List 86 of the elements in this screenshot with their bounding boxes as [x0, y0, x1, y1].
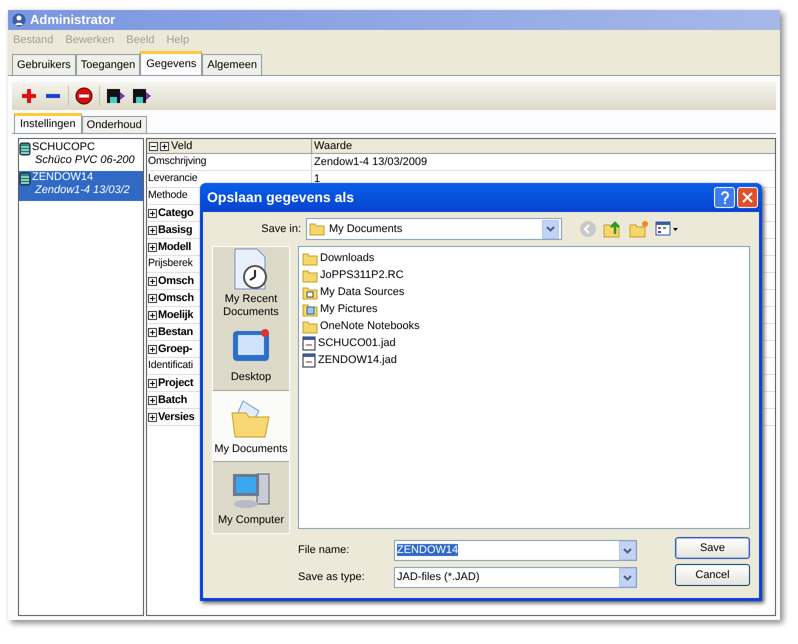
- column-header: Veld: [171, 139, 192, 154]
- folder-icon: [302, 268, 318, 282]
- expand-icon[interactable]: [148, 396, 157, 404]
- view-menu-icon[interactable]: [655, 221, 679, 237]
- tree-item[interactable]: SCHUCOPC Schüco PVC 06-200: [19, 141, 143, 171]
- expand-icon[interactable]: [160, 142, 169, 150]
- save-in-label: Save in:: [260, 222, 301, 237]
- user-icon: [12, 13, 26, 27]
- expand-icon[interactable]: [148, 242, 157, 252]
- database-icon: [19, 172, 31, 186]
- field-name: Leverancie: [148, 171, 198, 186]
- folder-icon: [302, 320, 318, 334]
- tree-item-description: Zendow1-4 13/03/2: [34, 184, 130, 197]
- tab[interactable]: Toegangen: [76, 54, 140, 75]
- field-value: Zendow1-4 13/03/2009: [314, 154, 428, 170]
- field-name: Modell: [158, 240, 192, 255]
- expand-icon[interactable]: [148, 294, 157, 302]
- dialog-title: Opslaan gegevens als: [207, 188, 356, 207]
- tree-item-name: SCHUCOPC: [32, 141, 96, 154]
- close-icon: [742, 192, 753, 203]
- file-item[interactable]: My Data Sources: [302, 284, 749, 301]
- field-name: Versies: [158, 410, 194, 425]
- place-item[interactable]: My Documents: [213, 390, 289, 462]
- tab[interactable]: Algemeen: [202, 54, 262, 75]
- tab[interactable]: Instellingen: [14, 113, 82, 133]
- file-item[interactable]: Downloads: [302, 250, 749, 267]
- tree-item[interactable]: ZENDOW14 Zendow1-4 13/03/2: [19, 171, 143, 201]
- field-name: Groep-: [158, 342, 192, 357]
- field-value: 1: [314, 172, 320, 187]
- expand-icon[interactable]: [148, 378, 157, 388]
- column-header: Waarde: [314, 139, 352, 154]
- save-import-icon[interactable]: [106, 87, 126, 105]
- field-name: Basisg: [158, 222, 192, 238]
- field-name: Methode: [148, 188, 188, 204]
- file-type-dropdown[interactable]: JAD-files (*.JAD): [394, 567, 637, 588]
- place-item[interactable]: My Computer: [213, 462, 289, 533]
- question-mark-icon: [720, 190, 730, 204]
- place-item[interactable]: My Recent Documents: [213, 247, 289, 319]
- file-type-label: Save as type:: [298, 570, 366, 586]
- document-icon: [302, 353, 316, 368]
- document-icon: [302, 336, 316, 351]
- tree-item-name: ZENDOW14: [32, 171, 94, 184]
- tab[interactable]: Onderhoud: [82, 116, 147, 133]
- field-name: Project: [158, 376, 194, 391]
- field-name: Catego: [158, 206, 194, 221]
- file-item[interactable]: My Pictures: [302, 301, 749, 318]
- cancel-button[interactable]: Cancel: [675, 564, 750, 586]
- expand-icon[interactable]: [148, 310, 157, 320]
- file-name-label: File name:: [298, 543, 350, 558]
- pictures-folder-icon: [302, 302, 318, 316]
- help-button[interactable]: [714, 187, 735, 208]
- window-title: Administrator: [30, 11, 116, 30]
- folder-icon: [302, 252, 318, 266]
- collapse-icon[interactable]: [149, 142, 158, 150]
- tab[interactable]: Gegevens: [140, 51, 202, 75]
- tree-item-description: Schüco PVC 06-200: [34, 154, 135, 167]
- expand-icon[interactable]: [148, 208, 157, 218]
- field-name: Batch: [158, 392, 188, 408]
- file-item[interactable]: JoPPS311P2.RC: [302, 267, 749, 284]
- database-icon: [19, 142, 31, 156]
- file-name-field[interactable]: ZENDOW14: [394, 540, 637, 561]
- field-name: Identificati: [148, 358, 193, 374]
- field-name: Bestan: [158, 324, 193, 340]
- expand-icon[interactable]: [148, 344, 157, 354]
- expand-icon[interactable]: [148, 328, 157, 336]
- save-in-dropdown[interactable]: My Documents: [306, 218, 562, 240]
- save-export-icon[interactable]: [132, 87, 152, 105]
- tab[interactable]: Gebruikers: [12, 54, 76, 75]
- file-item[interactable]: ZENDOW14.jad: [302, 352, 749, 369]
- field-name: Moelijk: [158, 308, 194, 323]
- expand-icon[interactable]: [148, 412, 157, 422]
- field-name: Omsch: [158, 274, 194, 289]
- plus-icon[interactable]: [20, 87, 38, 105]
- expand-icon[interactable]: [148, 276, 157, 286]
- field-name: Omsch: [158, 290, 194, 306]
- stop-icon[interactable]: [75, 87, 93, 105]
- data-folder-icon: [302, 286, 318, 300]
- field-name: Omschrijving: [148, 154, 206, 170]
- save-button[interactable]: Save: [675, 537, 750, 559]
- file-item[interactable]: SCHUCO01.jad: [302, 335, 749, 352]
- file-item[interactable]: OneNote Notebooks: [302, 318, 749, 335]
- close-button[interactable]: [737, 187, 758, 208]
- documents-folder-icon: [309, 222, 325, 236]
- field-name: Prijsberek: [148, 256, 193, 272]
- place-item[interactable]: Desktop: [213, 319, 289, 390]
- expand-icon[interactable]: [148, 226, 157, 234]
